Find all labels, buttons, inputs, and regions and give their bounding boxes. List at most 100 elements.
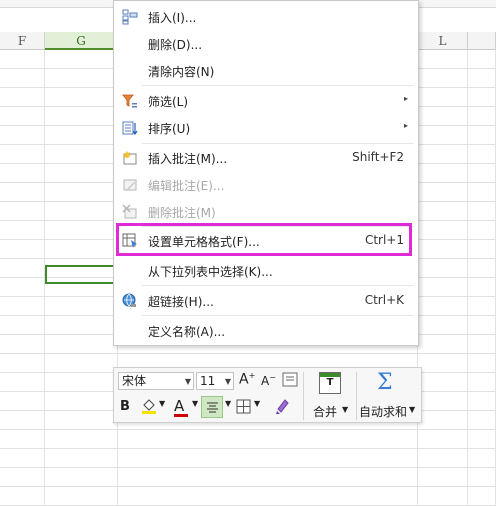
grid-cell[interactable] [0, 468, 45, 487]
menu-item-hyperlink[interactable]: 超链接(H)... Ctrl+K [114, 288, 418, 314]
grid-cell[interactable] [468, 145, 496, 164]
grid-cell[interactable] [45, 487, 118, 506]
grid-cell[interactable] [45, 69, 118, 88]
grid-cell[interactable] [45, 145, 118, 164]
column-header-m[interactable] [468, 32, 496, 50]
grid-cell[interactable] [468, 468, 496, 487]
grid-cell[interactable] [0, 240, 45, 259]
grid-cell[interactable] [468, 259, 496, 278]
menu-item-sort[interactable]: 排序(U) ▸ [114, 115, 418, 141]
grid-cell[interactable] [418, 449, 468, 468]
grid-cell[interactable] [468, 316, 496, 335]
grid-cell[interactable] [468, 392, 496, 411]
grid-cell[interactable] [0, 126, 45, 145]
grid-cell[interactable] [418, 145, 468, 164]
grid-cell[interactable] [45, 354, 118, 373]
grid-cell[interactable] [468, 202, 496, 221]
grid-cell[interactable] [45, 164, 118, 183]
grid-cell[interactable] [0, 335, 45, 354]
bold-button[interactable]: B [120, 399, 130, 414]
grid-cell[interactable] [468, 240, 496, 259]
grid-cell[interactable] [418, 69, 468, 88]
menu-item-insert-comment[interactable]: 插入批注(M)... Shift+F2 [114, 145, 418, 171]
grid-cell[interactable] [418, 392, 468, 411]
grid-cell[interactable] [468, 50, 496, 69]
chevron-down-icon[interactable]: ▼ [192, 399, 198, 408]
grid-cell[interactable] [118, 468, 418, 487]
grid-cell[interactable] [418, 240, 468, 259]
grid-cell[interactable] [45, 335, 118, 354]
grid-cell[interactable] [468, 183, 496, 202]
grid-cell[interactable] [45, 449, 118, 468]
grid-cell[interactable] [0, 297, 45, 316]
grid-cell[interactable] [45, 126, 118, 145]
grid-cell[interactable] [45, 468, 118, 487]
grid-cell[interactable] [45, 221, 118, 240]
column-header-f[interactable]: F [0, 32, 45, 50]
grid-cell[interactable] [468, 354, 496, 373]
grid-cell[interactable] [45, 50, 118, 69]
grid-cell[interactable] [468, 430, 496, 449]
grid-cell[interactable] [468, 449, 496, 468]
grid-cell[interactable] [0, 411, 45, 430]
grid-cell[interactable] [0, 430, 45, 449]
grid-cell[interactable] [418, 354, 468, 373]
grid-cell[interactable] [45, 411, 118, 430]
grid-cell[interactable] [118, 449, 418, 468]
grid-cell[interactable] [418, 221, 468, 240]
fill-color-icon[interactable] [140, 397, 158, 415]
menu-item-delete[interactable]: 删除(D)... [114, 31, 418, 57]
grid-cell[interactable] [45, 373, 118, 392]
column-header-l[interactable]: L [418, 32, 468, 50]
chevron-down-icon[interactable]: ▼ [159, 399, 165, 408]
borders-icon[interactable] [236, 399, 251, 414]
grid-cell[interactable] [418, 411, 468, 430]
menu-item-clear[interactable]: 清除内容(N) [114, 58, 418, 84]
increase-font-button[interactable]: A+ [239, 371, 255, 388]
grid-cell[interactable] [0, 88, 45, 107]
menu-item-pick-list[interactable]: 从下拉列表中选择(K)... [114, 258, 418, 284]
grid-cell[interactable] [468, 221, 496, 240]
grid-cell[interactable] [45, 316, 118, 335]
grid-cell[interactable] [45, 202, 118, 221]
grid-cell[interactable] [0, 202, 45, 221]
grid-cell[interactable] [418, 88, 468, 107]
grid-cell[interactable] [418, 183, 468, 202]
font-color-button[interactable]: A [174, 397, 188, 417]
grid-cell[interactable] [418, 487, 468, 506]
grid-cell[interactable] [418, 50, 468, 69]
menu-item-filter[interactable]: 筛选(L) ▸ [114, 88, 418, 114]
font-name-select[interactable]: 宋体 ▼ [118, 372, 194, 390]
grid-cell[interactable] [468, 335, 496, 354]
grid-cell[interactable] [468, 487, 496, 506]
grid-cell[interactable] [0, 259, 45, 278]
grid-cell[interactable] [468, 411, 496, 430]
grid-cell[interactable] [45, 430, 118, 449]
grid-cell[interactable] [468, 297, 496, 316]
grid-cell[interactable] [45, 88, 118, 107]
grid-cell[interactable] [418, 259, 468, 278]
decrease-font-button[interactable]: A− [261, 373, 276, 388]
grid-cell[interactable] [0, 449, 45, 468]
grid-cell[interactable] [0, 164, 45, 183]
menu-item-define-name[interactable]: 定义名称(A)... [114, 318, 418, 344]
grid-cell[interactable] [418, 202, 468, 221]
font-size-select[interactable]: 11 ▼ [196, 372, 234, 390]
grid-cell[interactable] [418, 316, 468, 335]
grid-cell[interactable] [418, 164, 468, 183]
grid-cell[interactable] [0, 354, 45, 373]
grid-cell[interactable] [418, 297, 468, 316]
align-center-button[interactable] [201, 396, 223, 418]
grid-cell[interactable] [45, 392, 118, 411]
grid-cell[interactable] [468, 69, 496, 88]
grid-cell[interactable] [45, 183, 118, 202]
grid-cell[interactable] [418, 107, 468, 126]
grid-cell[interactable] [0, 221, 45, 240]
grid-cell[interactable] [0, 392, 45, 411]
chevron-down-icon[interactable]: ▼ [225, 399, 231, 408]
grid-cell[interactable] [0, 316, 45, 335]
autosum-button[interactable]: Σ 自动求和 ▼ [357, 370, 421, 422]
grid-cell[interactable] [418, 468, 468, 487]
text-box-icon[interactable] [282, 372, 298, 388]
grid-cell[interactable] [45, 107, 118, 126]
